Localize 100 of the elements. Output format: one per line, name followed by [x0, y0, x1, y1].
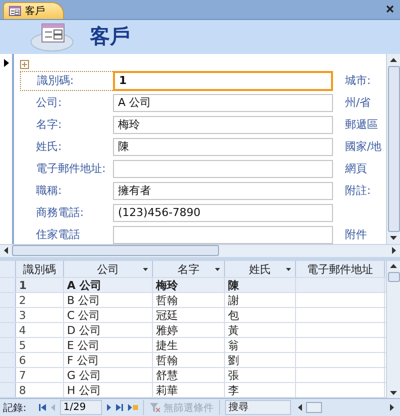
table-row[interactable]: 7 G 公司 舒慧 張 — [0, 368, 386, 384]
table-cell: 哲翰 — [153, 293, 225, 308]
record-label: 記錄: — [3, 402, 26, 415]
table-cell: 哲翰 — [153, 353, 225, 368]
current-record-icon — [4, 58, 8, 67]
scroll-down-icon[interactable] — [390, 236, 397, 240]
table-cell: 雅婷 — [153, 323, 225, 338]
table-cell: 捷生 — [153, 338, 225, 352]
new-record-icon[interactable] — [128, 404, 138, 412]
scroll-left-icon[interactable] — [298, 404, 302, 412]
table-cell: 李 — [225, 383, 296, 398]
scroll-left-icon[interactable] — [4, 247, 8, 254]
row-selector[interactable] — [0, 293, 16, 308]
table-cell: A 公司 — [64, 278, 153, 292]
field-label: 職稱: — [36, 183, 62, 198]
scroll-thumb[interactable] — [306, 402, 322, 414]
field-label: 商務電話: — [36, 205, 84, 220]
text-field[interactable]: 1 — [113, 70, 333, 91]
text-field[interactable]: 梅玲 — [113, 116, 333, 134]
text-field[interactable]: A 公司 — [113, 94, 333, 112]
vertical-scrollbar[interactable] — [386, 54, 400, 244]
scroll-right-icon[interactable] — [392, 247, 396, 254]
field-label: 附件 — [345, 228, 367, 242]
field-label: 網頁 — [345, 162, 367, 176]
table-cell: 舒慧 — [153, 368, 225, 382]
column-header[interactable]: 電子郵件地址 — [296, 261, 385, 278]
field-label: 公司: — [36, 95, 62, 110]
table-row[interactable]: 4 D 公司 雅婷 黃 — [0, 323, 386, 338]
next-record-icon[interactable] — [107, 404, 112, 412]
dropdown-icon[interactable] — [143, 268, 148, 272]
close-icon[interactable] — [386, 5, 394, 14]
text-field[interactable] — [113, 226, 333, 244]
text-field[interactable]: 陳 — [113, 138, 333, 156]
row-selector[interactable] — [0, 383, 16, 398]
table-cell: C 公司 — [64, 308, 153, 322]
table-cell: G 公司 — [64, 368, 153, 382]
table-row[interactable]: 2 B 公司 哲翰 謝 — [0, 293, 386, 308]
table-cell: 黃 — [225, 323, 296, 338]
scroll-thumb[interactable] — [388, 66, 400, 232]
column-header[interactable]: 識別碼 — [16, 261, 64, 278]
scroll-thumb[interactable] — [12, 245, 219, 256]
search-field[interactable]: 搜尋 — [225, 400, 292, 416]
previous-record-icon[interactable] — [51, 404, 56, 412]
column-header[interactable]: 公司 — [64, 261, 153, 278]
table-row[interactable]: 6 F 公司 哲翰 劉 — [0, 353, 386, 368]
table-cell: 謝 — [225, 293, 296, 308]
dropdown-icon[interactable] — [286, 268, 291, 272]
field-label: 姓氏: — [36, 139, 62, 154]
document-tab[interactable]: 客戶 — [3, 2, 64, 19]
text-field[interactable] — [113, 160, 333, 178]
text-field[interactable]: (123)456-7890 — [113, 204, 333, 222]
dropdown-icon[interactable] — [215, 268, 220, 272]
row-selector[interactable] — [0, 338, 16, 352]
first-record-icon[interactable] — [39, 404, 46, 412]
table-cell: 4 — [16, 323, 64, 338]
row-selector[interactable] — [0, 278, 16, 292]
row-selector[interactable] — [0, 308, 16, 322]
field-label: 國家/地 — [345, 140, 382, 154]
table-cell: 2 — [16, 293, 64, 308]
column-header[interactable]: 姓氏 — [225, 261, 296, 278]
text-field[interactable]: 擁有者 — [113, 182, 333, 200]
scroll-up-icon[interactable] — [390, 264, 397, 268]
table-cell: 莉華 — [153, 383, 225, 398]
horizontal-scrollbar[interactable] — [0, 244, 400, 256]
field-label: 識別碼: — [37, 73, 74, 88]
field-label: 附註: — [345, 184, 371, 198]
table-cell: 1 — [16, 278, 64, 292]
form-icon — [9, 6, 21, 16]
row-selector[interactable] — [0, 353, 16, 368]
table-cell: H 公司 — [64, 383, 153, 398]
field-label: 郵遞區 — [345, 118, 378, 132]
table-cell: 5 — [16, 338, 64, 352]
table-row[interactable]: 5 E 公司 捷生 翁 — [0, 338, 386, 354]
scroll-down-icon[interactable] — [390, 391, 397, 396]
table-cell: E 公司 — [64, 338, 153, 352]
scroll-right-icon[interactable] — [390, 404, 394, 412]
scroll-thumb[interactable] — [388, 272, 400, 282]
column-header[interactable]: 名字 — [153, 261, 225, 278]
move-handle-icon[interactable] — [20, 60, 29, 69]
table-cell: 梅玲 — [153, 278, 225, 292]
table-cell: 包 — [225, 308, 296, 322]
table-cell: 劉 — [225, 353, 296, 368]
last-record-icon[interactable] — [116, 404, 124, 412]
table-cell: 3 — [16, 308, 64, 322]
record-number-field[interactable]: 1/29 — [60, 400, 102, 416]
table-cell: 6 — [16, 353, 64, 368]
row-selector[interactable] — [0, 323, 16, 338]
scroll-up-icon[interactable] — [390, 58, 397, 62]
table-cell: 7 — [16, 368, 64, 382]
form-icon — [30, 22, 76, 52]
table-row[interactable]: 3 C 公司 冠廷 包 — [0, 308, 386, 324]
table-cell: B 公司 — [64, 293, 153, 308]
filter-icon — [150, 403, 160, 412]
table-row[interactable]: 1 A 公司 梅玲 陳 — [0, 278, 386, 294]
form-title: 客戶 — [90, 23, 130, 50]
vertical-scrollbar[interactable] — [386, 261, 400, 398]
field-label: 住家電話 — [36, 227, 80, 242]
table-cell: 翁 — [225, 338, 296, 352]
row-selector[interactable] — [0, 368, 16, 382]
field-label: 名字: — [36, 117, 62, 132]
